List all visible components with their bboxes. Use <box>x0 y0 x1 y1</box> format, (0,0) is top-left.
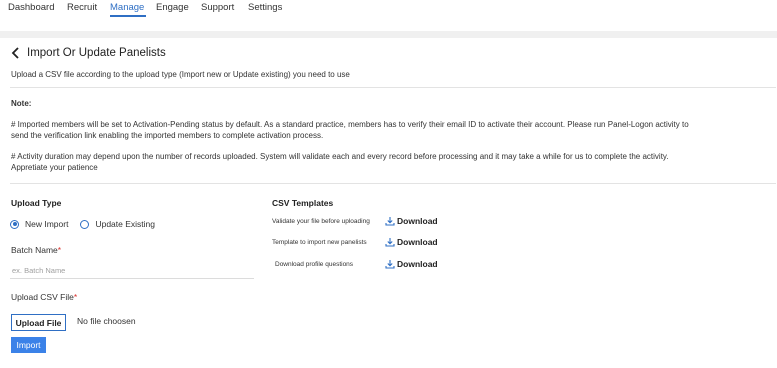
radio-update-existing[interactable] <box>80 219 90 229</box>
download-link-text[interactable]: Download <box>397 259 438 269</box>
download-link-validate[interactable]: Download <box>385 216 438 226</box>
radio-label-new-import[interactable]: New Import <box>25 219 68 229</box>
note-paragraph-1-line-1: # Imported members will be set to Activa… <box>11 120 689 129</box>
upload-csv-label: Upload CSV File* <box>11 292 77 303</box>
page-header: Import Or Update Panelists <box>11 44 166 62</box>
nav-item-support[interactable]: Support <box>201 2 234 13</box>
batch-name-label-text: Batch Name <box>11 245 58 255</box>
divider <box>10 87 776 88</box>
template-label: Download profile questions <box>275 261 354 268</box>
batch-name-input[interactable] <box>10 262 254 279</box>
note-paragraph-2-line-1: # Activity duration may depend upon the … <box>11 152 669 161</box>
nav-item-manage[interactable]: Manage <box>110 2 144 13</box>
nav-divider-band <box>0 31 777 38</box>
upload-file-button[interactable]: Upload File <box>11 314 66 331</box>
download-link-text[interactable]: Download <box>397 216 438 226</box>
radio-label-update-existing[interactable]: Update Existing <box>95 219 155 229</box>
template-label: Template to import new panelists <box>272 239 367 246</box>
download-link-profile-questions[interactable]: Download <box>385 259 438 269</box>
download-link-template[interactable]: Download <box>385 237 438 247</box>
upload-type-title: Upload Type <box>11 198 62 208</box>
batch-name-label: Batch Name* <box>11 245 61 256</box>
nav-item-engage[interactable]: Engage <box>156 2 189 13</box>
nav-item-recruit[interactable]: Recruit <box>67 2 97 13</box>
download-icon <box>385 237 395 247</box>
template-row: Download profile questions <box>275 261 353 268</box>
chevron-left-icon[interactable] <box>11 45 25 61</box>
template-row: Template to import new panelists <box>272 239 367 246</box>
template-label: Validate your file before uploading <box>272 218 370 225</box>
upload-csv-label-text: Upload CSV File <box>11 292 74 302</box>
nav-item-dashboard[interactable]: Dashboard <box>8 2 54 13</box>
divider <box>10 183 776 184</box>
template-row: Validate your file before uploading <box>272 218 370 225</box>
note-paragraph-2-line-2: Appretiate your patience <box>11 163 98 172</box>
nav-active-underline <box>110 15 146 17</box>
download-icon <box>385 259 395 269</box>
top-nav: Dashboard Recruit Manage Engage Support … <box>0 0 777 32</box>
page-title: Import Or Update Panelists <box>27 47 166 59</box>
nav-item-settings[interactable]: Settings <box>248 2 282 13</box>
note-paragraph-1-line-2: send the verification link enabling the … <box>11 131 324 140</box>
csv-templates-title: CSV Templates <box>272 198 334 208</box>
file-status: No file choosen <box>77 316 136 326</box>
download-link-text[interactable]: Download <box>397 237 438 247</box>
radio-new-import[interactable] <box>10 219 19 229</box>
page-subtitle: Upload a CSV file according to the uploa… <box>11 70 350 79</box>
required-mark: * <box>73 292 78 302</box>
upload-type-radio-group: New Import Update Existing <box>10 219 167 229</box>
required-mark: * <box>57 245 62 255</box>
note-label: Note: <box>11 99 32 108</box>
import-button[interactable]: Import <box>11 337 46 353</box>
download-icon <box>385 216 395 226</box>
